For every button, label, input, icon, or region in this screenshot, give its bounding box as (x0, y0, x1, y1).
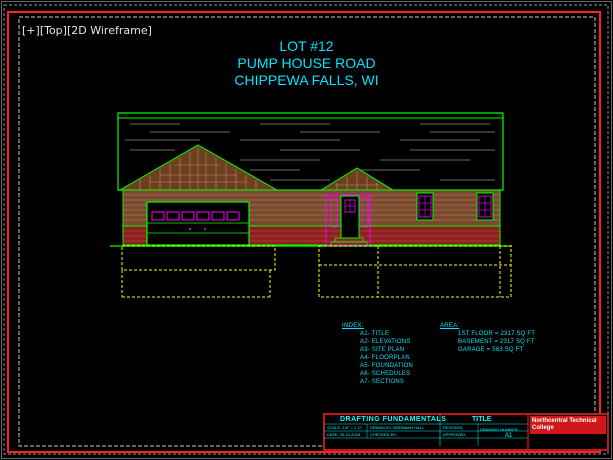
house-elevation (110, 112, 512, 247)
date-field: DATE: 05-10-2018 (327, 432, 361, 437)
index-item: A6- SCHEDULES (360, 371, 411, 377)
approved-field: APPROVED: (443, 432, 467, 437)
garage-gable (118, 144, 279, 191)
project-title-city: CHIPPEWA FALLS, WI (234, 72, 379, 88)
index-item: A4- FLOORPLAN (360, 355, 410, 361)
index-header: INDEX: (342, 323, 364, 329)
visual-style-menu-button[interactable]: [2D Wireframe] (67, 24, 152, 37)
drawing-number: A1 (505, 433, 513, 439)
checked-by-field: CHECKED BY: (370, 432, 397, 437)
drawn-by-field: DRAWN BY: BRENNAN HALL (370, 425, 425, 430)
area-header: AREA: (440, 323, 460, 329)
index-item: A5- FOUNDATION (360, 363, 414, 369)
drawing-number-label: DRAWING NUMBER: (480, 427, 519, 432)
project-title-road: PUMP HOUSE ROAD (237, 55, 376, 71)
index-item: A7- SECTIONS (360, 379, 405, 385)
index-item: A1- TITLE (360, 331, 390, 337)
viewport-controls-label[interactable]: [+][Top][2D Wireframe] (22, 24, 152, 37)
foundation-hidden-lines (121, 245, 512, 298)
course-name: DRAFTING FUNDAMENTALS (340, 416, 447, 423)
garage-door (146, 201, 250, 246)
viewport-menu-button[interactable]: [+] (22, 24, 40, 37)
area-item: 1ST FLOOR = 2317 SQ FT (458, 331, 536, 337)
area-item: BASEMENT = 2317 SQ FT (458, 339, 535, 345)
revision-field: REVISION: (443, 425, 464, 430)
window-right (476, 192, 494, 221)
drawing-viewport[interactable]: [+][Top][2D Wireframe] LOT #12 PUMP HOUS… (0, 0, 613, 460)
area-item: GARAGE = 563 SQ FT (458, 347, 524, 353)
sheet-title: TITLE (472, 416, 492, 423)
scale-field: SCALE: 1/8" = 1'-0" (327, 425, 362, 430)
college-logo-text: Northcentral Technical College (532, 418, 597, 431)
project-title-lot: LOT #12 (279, 38, 334, 54)
view-cube-menu-button[interactable]: [Top] (40, 24, 67, 37)
index-item: A3- SITE PLAN (360, 347, 405, 353)
window-left (416, 192, 434, 221)
index-item: A2- ELEVATIONS (360, 339, 411, 345)
